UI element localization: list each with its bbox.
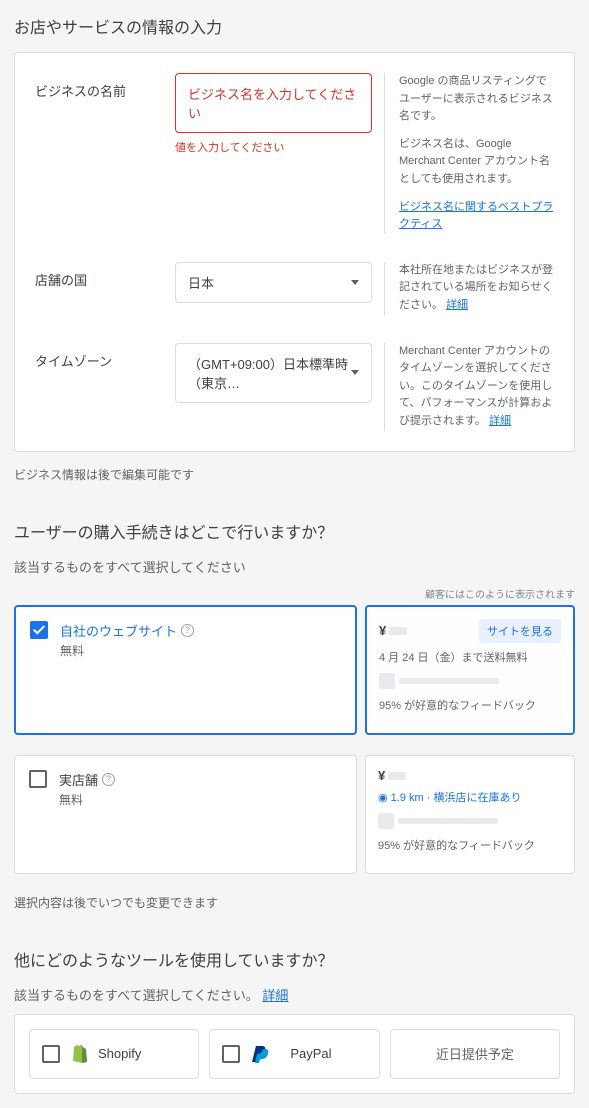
chevron-down-icon [351, 370, 359, 375]
store-title-row: 実店舗 ? [59, 770, 115, 789]
section1-note: ビジネス情報は後で編集可能です [14, 466, 575, 483]
section2-heading: ユーザーの購入手続きはどこで行いますか？ [14, 519, 575, 543]
paypal-label: PayPal [290, 1046, 331, 1061]
country-label: 店舗の国 [35, 262, 175, 315]
business-info-card: ビジネスの名前 ビジネス名を入力してください 値を入力してください Google… [14, 52, 575, 452]
help-icon[interactable]: ? [102, 773, 115, 786]
website-checkbox[interactable] [30, 621, 48, 639]
placeholder-bars [379, 673, 561, 689]
placeholder-bars [378, 813, 562, 829]
paypal-icon [250, 1044, 280, 1064]
section1-heading: お店やサービスの情報の入力 [14, 14, 575, 38]
business-name-input[interactable]: ビジネス名を入力してください [175, 73, 372, 133]
tool-coming-soon: 近日提供予定 [390, 1029, 560, 1079]
business-name-help: Google の商品リスティングでユーザーに表示されるビジネス名です。 ビジネス… [384, 73, 554, 234]
field-business-name: ビジネスの名前 ビジネス名を入力してください 値を入力してください Google… [35, 73, 554, 234]
tools-row: Shopify PayPal 近日提供予定 [29, 1029, 560, 1079]
placeholder-bar [388, 772, 406, 780]
tool-shopify[interactable]: Shopify [29, 1029, 199, 1079]
option-website[interactable]: 自社のウェブサイト ? 無料 [14, 605, 357, 735]
timezone-help: Merchant Center アカウントのタイムゾーンを選択してください。この… [384, 343, 554, 431]
tool-paypal[interactable]: PayPal [209, 1029, 379, 1079]
shopify-checkbox[interactable] [42, 1045, 60, 1063]
store-sub: 無料 [59, 791, 115, 808]
field-country: 店舗の国 日本 本社所在地またはビジネスが登記されている場所をお知らせください。… [35, 262, 554, 315]
help-text-2: ビジネス名は、Google Merchant Center アカウント名としても… [399, 136, 554, 189]
timezone-label: タイムゾーン [35, 343, 175, 431]
timezone-help-link[interactable]: 詳細 [489, 415, 511, 427]
location-line: ◉ 1.9 km · 横浜店に在庫あり [378, 789, 562, 805]
country-select[interactable]: 日本 [175, 262, 372, 303]
shipping-line: 4 月 24 日（金）まで送料無料 [379, 649, 561, 665]
shopify-icon [70, 1044, 88, 1064]
placeholder-bar [399, 678, 499, 684]
option-website-row: 自社のウェブサイト ? 無料 ¥ サイトを見る 4 月 24 日（金）まで送料無… [14, 605, 575, 735]
store-title: 実店舗 [59, 770, 98, 789]
coming-soon-label: 近日提供予定 [436, 1044, 514, 1063]
section3-subtitle-link[interactable]: 詳細 [262, 988, 288, 1003]
timezone-value: （GMT+09:00）日本標準時（東京… [188, 354, 351, 392]
paypal-checkbox[interactable] [222, 1045, 240, 1063]
section2-right-note: 顧客にはこのように表示されます [14, 586, 575, 601]
placeholder-bar [389, 627, 407, 635]
website-title-row: 自社のウェブサイト ? [60, 621, 194, 640]
option-store-row: 実店舗 ? 無料 ¥ ◉ 1.9 km · 横浜店に在庫あり 95% [14, 755, 575, 874]
website-preview: ¥ サイトを見る 4 月 24 日（金）まで送料無料 95% が好意的なフィード… [365, 605, 575, 735]
timezone-select[interactable]: （GMT+09:00）日本標準時（東京… [175, 343, 372, 403]
timezone-help-text: Merchant Center アカウントのタイムゾーンを選択してください。この… [399, 345, 552, 427]
view-site-button[interactable]: サイトを見る [479, 619, 561, 643]
placeholder-square [378, 813, 394, 829]
placeholder-square [379, 673, 395, 689]
store-preview: ¥ ◉ 1.9 km · 横浜店に在庫あり 95% が好意的なフィードバック [365, 755, 575, 874]
store-checkbox[interactable] [29, 770, 47, 788]
section3-subtitle-row: 該当するものをすべて選択してください。 詳細 [14, 985, 575, 1004]
section2-note: 選択内容は後でいつでも変更できます [14, 894, 575, 911]
website-title: 自社のウェブサイト [60, 621, 177, 640]
option-store[interactable]: 実店舗 ? 無料 [14, 755, 357, 874]
feedback-line: 95% が好意的なフィードバック [379, 697, 561, 713]
country-value: 日本 [188, 273, 214, 292]
country-help-text: 本社所在地またはビジネスが登記されている場所をお知らせください。 [399, 264, 553, 311]
website-sub: 無料 [60, 642, 194, 659]
pin-icon: ◉ [378, 792, 388, 804]
location-text: 1.9 km · 横浜店に在庫あり [391, 792, 522, 804]
feedback-line: 95% が好意的なフィードバック [378, 837, 562, 853]
business-name-help-link[interactable]: ビジネス名に関するベストプラクティス [399, 201, 553, 231]
section3-subtitle: 該当するものをすべて選択してください。 [14, 988, 259, 1003]
yen-symbol: ¥ [379, 623, 386, 638]
business-name-label: ビジネスの名前 [35, 73, 175, 234]
yen-symbol: ¥ [378, 768, 385, 783]
section2-subtitle: 該当するものをすべて選択してください [14, 557, 575, 576]
country-help-link[interactable]: 詳細 [446, 299, 468, 311]
chevron-down-icon [351, 280, 359, 285]
help-icon[interactable]: ? [181, 624, 194, 637]
section3-heading: 他にどのようなツールを使用していますか？ [14, 947, 575, 971]
placeholder-bar [398, 818, 498, 824]
help-text-1: Google の商品リスティングでユーザーに表示されるビジネス名です。 [399, 73, 554, 126]
business-name-error: 値を入力してください [175, 139, 372, 155]
shopify-label: Shopify [98, 1046, 141, 1061]
country-help: 本社所在地またはビジネスが登記されている場所をお知らせください。 詳細 [384, 262, 554, 315]
field-timezone: タイムゾーン （GMT+09:00）日本標準時（東京… Merchant Cen… [35, 343, 554, 431]
